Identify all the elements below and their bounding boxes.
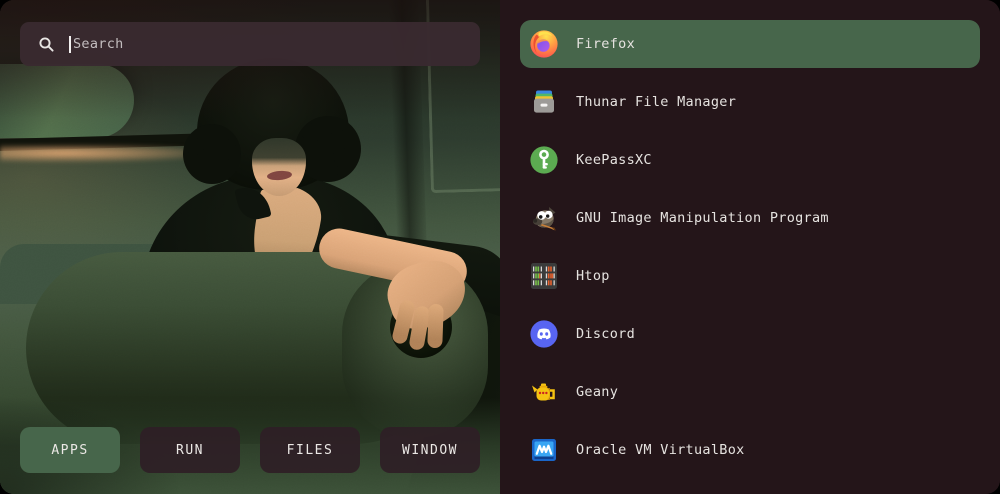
app-row-htop[interactable]: Htop (520, 252, 980, 300)
tab-window[interactable]: WINDOW (380, 427, 480, 473)
app-label: Oracle VM VirtualBox (576, 442, 745, 458)
app-label: Firefox (576, 36, 635, 52)
app-row-thunar[interactable]: Thunar File Manager (520, 78, 980, 126)
search-placeholder: Search (73, 36, 124, 52)
app-label: Htop (576, 268, 610, 284)
app-row-gimp[interactable]: GNU Image Manipulation Program (520, 194, 980, 242)
virtualbox-icon (528, 434, 560, 466)
tab-apps[interactable]: APPS (20, 427, 120, 473)
geany-icon (528, 376, 560, 408)
app-row-geany[interactable]: Geany (520, 368, 980, 416)
wallpaper-art (0, 0, 500, 494)
app-row-discord[interactable]: Discord (520, 310, 980, 358)
launcher-window: Search APPS RUN FILES WINDOW Firefox (0, 0, 1000, 494)
search-icon (38, 36, 55, 53)
app-label: KeePassXC (576, 152, 652, 168)
search-input[interactable]: Search (20, 22, 480, 66)
keepassxc-icon (528, 144, 560, 176)
app-row-virtualbox[interactable]: Oracle VM VirtualBox (520, 426, 980, 474)
thunar-icon (528, 86, 560, 118)
tab-run[interactable]: RUN (140, 427, 240, 473)
app-list: Firefox Thunar File Manager KeePassXC (500, 0, 1000, 494)
app-label: Geany (576, 384, 618, 400)
firefox-icon (528, 28, 560, 60)
art-vignette (0, 0, 500, 494)
app-label: Thunar File Manager (576, 94, 736, 110)
app-label: Discord (576, 326, 635, 342)
gimp-icon (528, 202, 560, 234)
htop-icon (528, 260, 560, 292)
discord-icon (528, 318, 560, 350)
app-label: GNU Image Manipulation Program (576, 210, 829, 226)
text-cursor (69, 36, 71, 53)
app-row-firefox[interactable]: Firefox (520, 20, 980, 68)
mode-tab-bar: APPS RUN FILES WINDOW (20, 427, 480, 473)
app-row-keepassxc[interactable]: KeePassXC (520, 136, 980, 184)
tab-files[interactable]: FILES (260, 427, 360, 473)
wallpaper-panel: Search APPS RUN FILES WINDOW (0, 0, 500, 494)
